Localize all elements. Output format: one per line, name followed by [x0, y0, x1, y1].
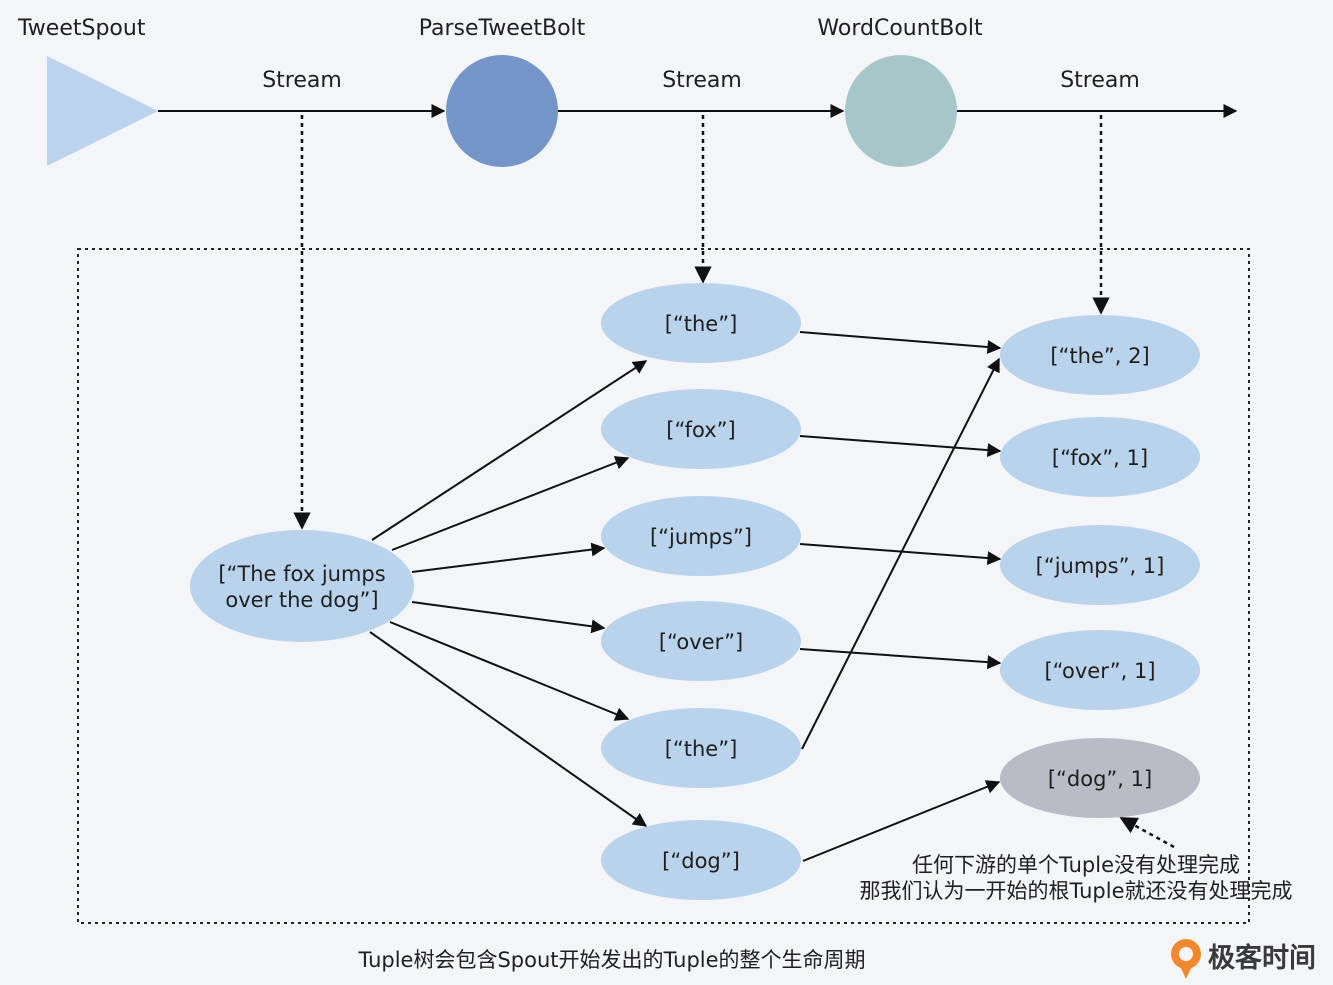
count-tuple-node: [“over”, 1] — [1000, 630, 1200, 710]
tuple-tree-diagram: TweetSpout ParseTweetBolt WordCountBolt … — [17, 16, 1316, 979]
word-tuple-label: [“over”] — [659, 630, 743, 654]
word-tuple-node: [“dog”] — [601, 820, 801, 900]
brand-logo: 极客时间 — [1171, 939, 1316, 979]
word-tuple-label: [“dog”] — [662, 849, 740, 873]
failed-count-tuple-node: [“dog”, 1] — [1000, 738, 1200, 818]
edge-over-count — [799, 648, 1002, 670]
word-tuple-label: [“the”] — [665, 312, 738, 336]
word-tuple-label: [“fox”] — [666, 418, 735, 442]
count-bolt-circle — [845, 55, 957, 167]
word-tuple-label: [“jumps”] — [650, 525, 752, 549]
count-tuple-label: [“fox”, 1] — [1052, 446, 1148, 470]
word-tuple-node: [“fox”] — [601, 389, 801, 469]
note-line2: 那我们认为一开始的根Tuple就还没有处理完成 — [859, 879, 1292, 903]
count-tuple-node: [“jumps”, 1] — [1000, 525, 1200, 605]
word-tuple-node: [“jumps”] — [601, 496, 801, 576]
brand-icon — [1171, 939, 1201, 979]
stream-label-1: Stream — [262, 68, 342, 93]
root-tuple-line1: [“The fox jumps — [218, 562, 385, 586]
diagram-caption: Tuple树会包含Spout开始发出的Tuple的整个生命周期 — [357, 948, 865, 972]
edge-dog-count — [802, 780, 1001, 862]
count-bolt-label: WordCountBolt — [817, 16, 983, 41]
root-tuple-node: [“The fox jumps over the dog”] — [190, 530, 414, 642]
parse-bolt-label: ParseTweetBolt — [419, 16, 586, 41]
count-tuple-label: [“jumps”, 1] — [1036, 554, 1165, 578]
count-tuple-label: [“the”, 2] — [1050, 344, 1149, 368]
word-tuple-node: [“the”] — [601, 283, 801, 363]
word-tuple-label: [“the”] — [665, 737, 738, 761]
stream-label-2: Stream — [662, 68, 742, 93]
count-tuple-node: [“the”, 2] — [1000, 315, 1200, 395]
stream-label-3: Stream — [1060, 68, 1140, 93]
edge-fox-count — [799, 435, 1002, 458]
edge-the2-count — [801, 357, 1000, 750]
parse-bolt-circle — [446, 55, 558, 167]
root-tuple-line2: over the dog”] — [225, 588, 378, 612]
word-tuple-node: [“over”] — [601, 601, 801, 681]
spout-label: TweetSpout — [17, 16, 146, 41]
brand-text: 极客时间 — [1208, 942, 1316, 974]
note-line1: 任何下游的单个Tuple没有处理完成 — [912, 853, 1240, 877]
count-tuple-node: [“fox”, 1] — [1000, 417, 1200, 497]
edge-root-the1 — [371, 360, 648, 541]
edge-root-dog — [369, 631, 648, 827]
edge-the1-count — [799, 331, 1002, 354]
spout-triangle — [47, 56, 158, 166]
count-tuple-label: [“dog”, 1] — [1048, 767, 1152, 791]
edge-root-jumps — [411, 542, 606, 573]
note-arrow — [1119, 816, 1175, 849]
edge-root-over — [411, 601, 606, 634]
word-tuple-node: [“the”] — [601, 708, 801, 788]
count-tuple-label: [“over”, 1] — [1044, 659, 1155, 683]
